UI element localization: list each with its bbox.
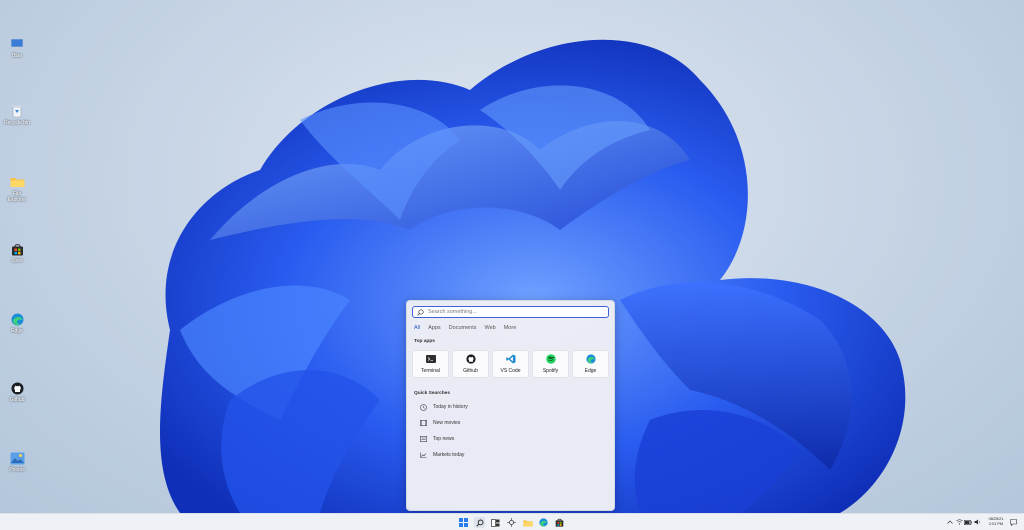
- app-tile-edge[interactable]: Edge: [572, 350, 609, 378]
- edge-icon: [9, 311, 25, 327]
- top-apps-title: Top apps: [414, 339, 435, 344]
- desktop-icon-label: Photos: [9, 467, 25, 473]
- news-icon: [419, 435, 427, 443]
- desktop-icon-label: Blue: [11, 53, 22, 59]
- vscode-icon: [505, 354, 516, 364]
- blue-pc-icon: [9, 36, 25, 52]
- task-view-icon[interactable]: [490, 517, 501, 528]
- app-tile-terminal[interactable]: Terminal: [412, 350, 449, 378]
- desktop-icon-label: Recycle bin: [4, 120, 30, 126]
- film-icon: [419, 419, 427, 427]
- desktop-icon-photos[interactable]: Photos: [4, 450, 30, 473]
- desktop-icon-label: Github: [9, 397, 25, 403]
- github-icon: [9, 380, 25, 396]
- search-panel: All Apps Documents Web More Top apps Ter…: [406, 300, 615, 511]
- desktop-icon-github[interactable]: Github: [4, 380, 30, 403]
- quick-search-item[interactable]: Markets today: [419, 451, 464, 459]
- app-label: Terminal: [421, 368, 440, 374]
- quick-search-label: Top news: [433, 436, 455, 442]
- edge-icon: [585, 354, 596, 364]
- start-icon[interactable]: [458, 517, 469, 528]
- desktop-icon-edge[interactable]: Edge: [4, 311, 30, 334]
- desktop-icon-file-explorer[interactable]: File Explorer: [4, 174, 30, 203]
- clock-time: 2:01 PM: [988, 522, 1004, 526]
- search-icon[interactable]: [474, 517, 485, 528]
- folder-icon[interactable]: [522, 517, 533, 528]
- clock[interactable]: 08/25/21 2:01 PM: [985, 517, 1007, 527]
- photos-icon: [9, 450, 25, 466]
- spotify-icon: [545, 354, 556, 364]
- tab-all[interactable]: All: [414, 325, 420, 331]
- notification-icon[interactable]: [1009, 518, 1017, 526]
- app-label: Github: [463, 368, 478, 374]
- terminal-icon: [425, 354, 436, 364]
- app-tile-spotify[interactable]: Spotify: [532, 350, 569, 378]
- quick-search-item[interactable]: New movies: [419, 419, 460, 427]
- store-icon[interactable]: [554, 517, 565, 528]
- search-tabs: All Apps Documents Web More: [414, 325, 524, 331]
- desktop-icon-label: Store: [11, 258, 23, 264]
- desktop-icon-label: Edge: [11, 328, 23, 334]
- taskbar: 08/25/21 2:01 PM: [0, 513, 1024, 530]
- recycle-bin-icon: [9, 103, 25, 119]
- app-label: VS Code: [500, 368, 521, 374]
- widgets-icon[interactable]: [506, 517, 517, 528]
- search-box[interactable]: [412, 306, 609, 318]
- wifi-icon[interactable]: [955, 518, 963, 526]
- search-input[interactable]: [428, 309, 598, 315]
- clock-icon: [419, 403, 427, 411]
- chevron-up-icon[interactable]: [946, 518, 954, 526]
- quick-search-label: Today in history: [433, 404, 468, 410]
- quick-searches-title: Quick Searches: [414, 391, 450, 396]
- desktop-icon-store[interactable]: Store: [4, 241, 30, 264]
- tab-documents[interactable]: Documents: [449, 325, 477, 331]
- quick-search-item[interactable]: Today in history: [419, 403, 468, 411]
- edge-icon[interactable]: [538, 517, 549, 528]
- top-apps-list: Terminal Github VS Code Spotify Edge: [412, 350, 609, 378]
- app-label: Edge: [584, 368, 597, 374]
- app-tile-vscode[interactable]: VS Code: [492, 350, 529, 378]
- volume-icon[interactable]: [973, 518, 981, 526]
- store-icon: [9, 241, 25, 257]
- tab-apps[interactable]: Apps: [428, 325, 441, 331]
- desktop-icon-recycle-bin[interactable]: Recycle bin: [4, 103, 30, 126]
- quick-search-item[interactable]: Top news: [419, 435, 454, 443]
- folder-icon: [9, 174, 25, 190]
- battery-icon[interactable]: [964, 518, 972, 526]
- quick-search-label: New movies: [433, 420, 461, 426]
- tab-more[interactable]: More: [504, 325, 517, 331]
- quick-search-label: Markets today: [433, 452, 465, 458]
- app-tile-github[interactable]: Github: [452, 350, 489, 378]
- github-icon: [465, 354, 476, 364]
- app-label: Spotify: [542, 368, 559, 374]
- search-icon: [417, 308, 424, 316]
- chart-line-icon: [419, 451, 427, 459]
- desktop: Blue Recycle bin File Explorer Store Edg…: [0, 0, 1024, 513]
- desktop-icon-blue[interactable]: Blue: [4, 36, 30, 59]
- desktop-icon-label: File Explorer: [7, 191, 27, 203]
- tab-web[interactable]: Web: [485, 325, 496, 331]
